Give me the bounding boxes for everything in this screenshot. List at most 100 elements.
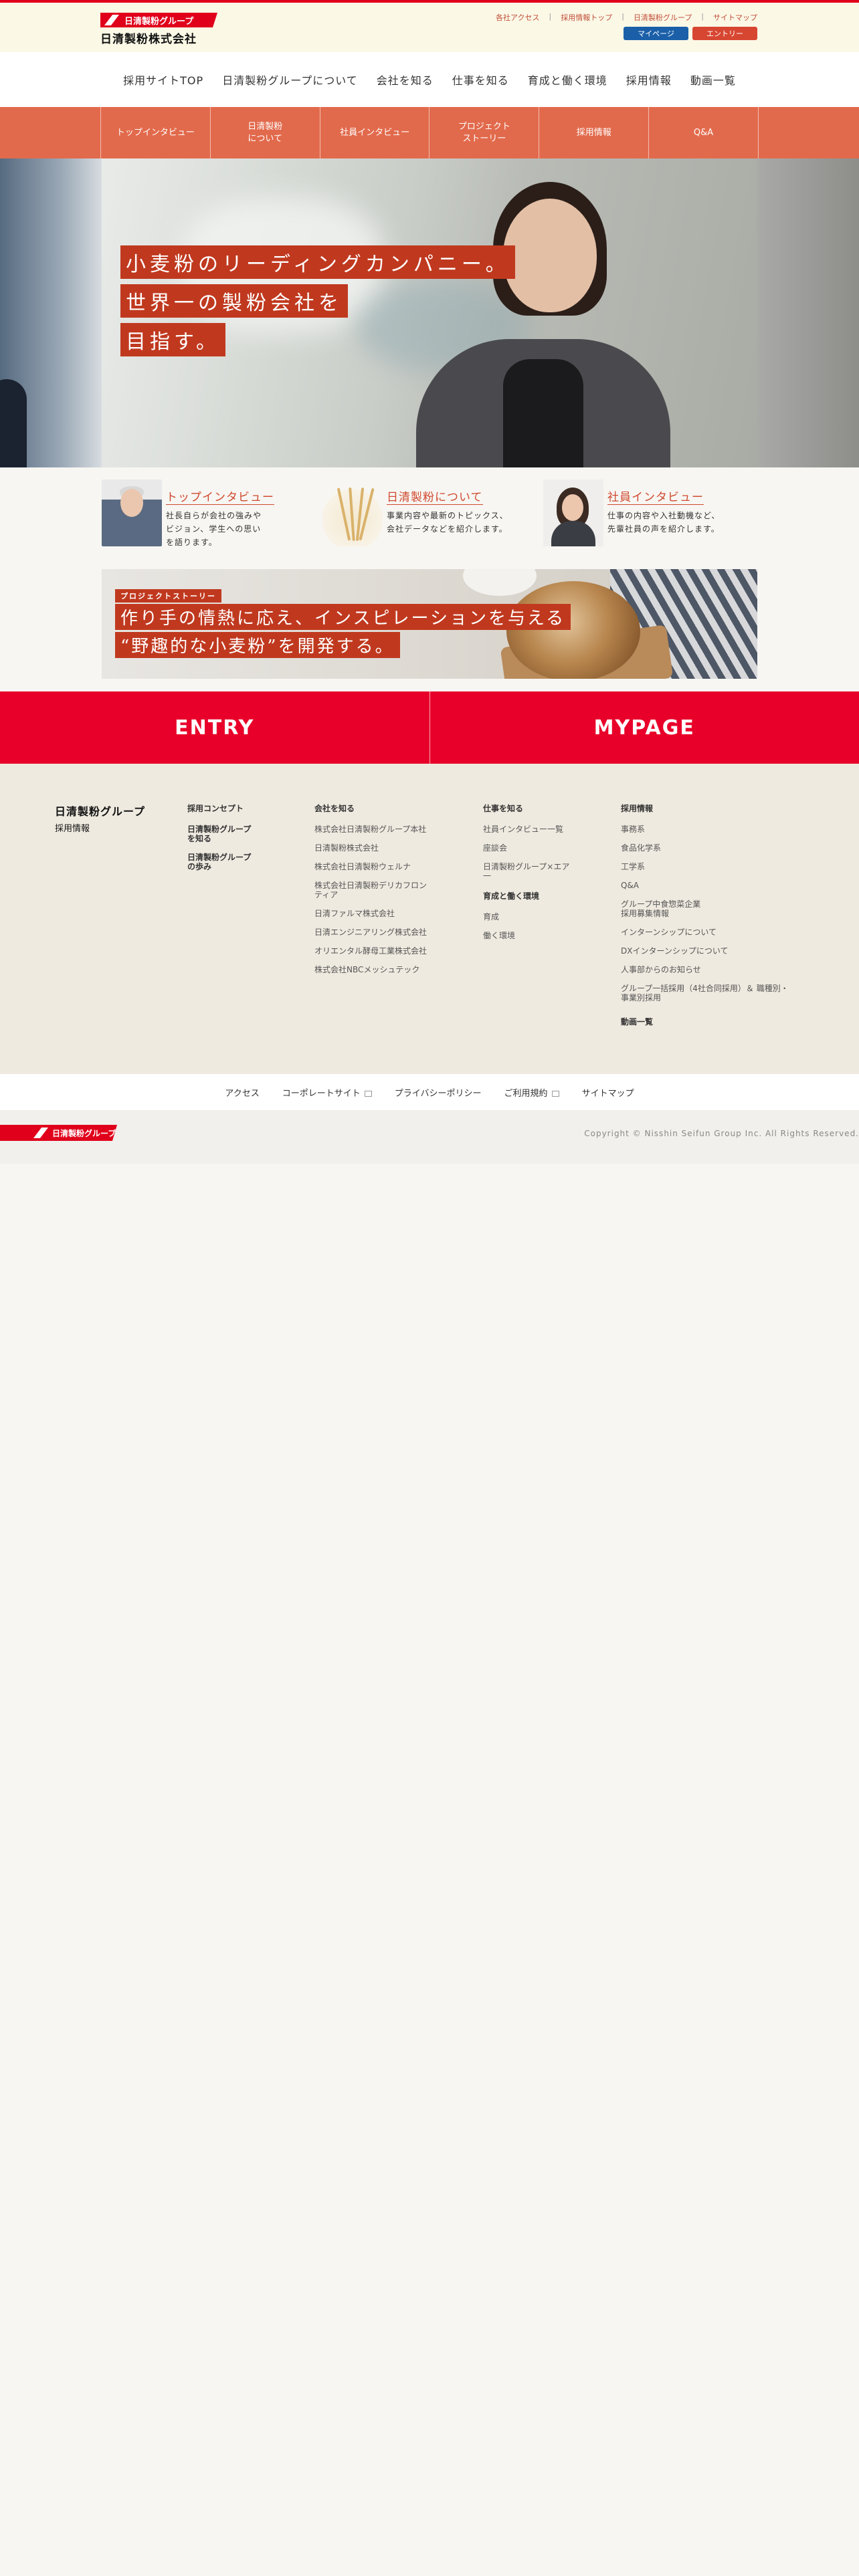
gnav-work[interactable]: 仕事を知る xyxy=(443,72,518,88)
footer-brand-mark[interactable]: 日清製粉グループ xyxy=(0,1125,117,1141)
hero-line: 世界一の製粉会社を xyxy=(120,284,348,318)
hero-copy: 小麦粉のリーディングカンパニー。 世界一の製粉会社を 目指す。 xyxy=(120,245,515,362)
hero-line: 小麦粉のリーディングカンパニー。 xyxy=(120,245,515,279)
footer-link[interactable]: 日清製粉グループ の歩み xyxy=(187,853,274,871)
card-about[interactable]: 日清製粉について 事業内容や最新のトピックス、 会社データなどを紹介します。 xyxy=(322,479,530,552)
footer-link[interactable]: DXインターンシップについて xyxy=(621,946,808,956)
footer-link[interactable]: インターンシップについて xyxy=(621,928,808,937)
sub-nav: トップインタビュー 日清製粉 について 社員インタビュー プロジェクト ストーリ… xyxy=(0,107,859,158)
footer-link[interactable]: グループ中食惣菜企業 採用募集情報 xyxy=(621,899,808,918)
global-nav: 採用サイトTOP 日清製粉グループについて 会社を知る 仕事を知る 育成と働く環… xyxy=(0,52,859,107)
subnav-about[interactable]: 日清製粉 について xyxy=(211,107,320,158)
utility-links: 各社アクセス | 採用情報トップ | 日清製粉グループ | サイトマップ xyxy=(496,12,757,23)
util-link-sitemap[interactable]: サイトマップ xyxy=(713,12,757,23)
footer-link[interactable]: 働く環境 xyxy=(483,931,577,940)
hero-prev-slide[interactable] xyxy=(0,158,102,467)
footer-link[interactable]: グループ一括採用（4社合同採用）＆ 職種別・ 事業別採用 xyxy=(621,984,808,1002)
gnav-top[interactable]: 採用サイトTOP xyxy=(114,72,213,88)
gnav-training[interactable]: 育成と働く環境 xyxy=(518,72,617,88)
footer-heading[interactable]: 仕事を知る xyxy=(483,802,577,814)
external-link-icon xyxy=(551,1090,559,1097)
util-link-recruit-top[interactable]: 採用情報トップ xyxy=(561,12,612,23)
divider: | xyxy=(549,12,552,21)
mypage-button[interactable]: マイページ xyxy=(624,27,688,40)
footer-link[interactable]: 日清ファルマ株式会社 xyxy=(314,909,432,918)
project-story-banner[interactable]: プロジェクトストーリー 作り手の情熱に応え、インスピレーションを与える “野趣的… xyxy=(102,569,757,679)
feature-cards: トップインタビュー 社長自らが会社の強みや ビジョン、学生への思い を語ります。… xyxy=(102,479,757,552)
footer-link[interactable]: 育成 xyxy=(483,912,577,922)
subnav-project-story[interactable]: プロジェクト ストーリー xyxy=(430,107,540,158)
footer-logo[interactable]: 日清製粉グループ 採用情報 xyxy=(55,802,145,834)
gnav-recruit[interactable]: 採用情報 xyxy=(617,72,681,88)
card-desc: 事業内容や最新のトピックス、 会社データなどを紹介します。 xyxy=(387,511,508,534)
card-desc: 社長自らが会社の強みや ビジョン、学生への思い を語ります。 xyxy=(166,511,262,547)
gnav-videos[interactable]: 動画一覧 xyxy=(681,72,745,88)
footer-bar-link[interactable]: サイトマップ xyxy=(582,1086,634,1099)
divider: | xyxy=(622,12,624,21)
card-title: トップインタビュー xyxy=(166,488,274,505)
footer-link[interactable]: 株式会社日清製粉ウェルナ xyxy=(314,862,432,871)
footer-heading[interactable]: 動画一覧 xyxy=(621,1016,808,1027)
card-desc: 仕事の内容や入社動機など、 先輩社員の声を紹介します。 xyxy=(607,511,721,534)
util-link-group[interactable]: 日清製粉グループ xyxy=(634,12,692,23)
footer-link[interactable]: 日清製粉グループ を知る xyxy=(187,825,274,843)
footer-link[interactable]: 事務系 xyxy=(621,825,808,834)
footer-bar-link-wrap[interactable]: コーポレートサイト xyxy=(282,1086,372,1099)
entry-cta-button[interactable]: ENTRY xyxy=(0,691,430,764)
footer-logo-sub: 採用情報 xyxy=(55,824,90,834)
subnav-staff-interview[interactable]: 社員インタビュー xyxy=(320,107,430,158)
external-link-icon xyxy=(364,1090,372,1097)
brand-mark: 日清製粉グループ xyxy=(100,13,217,27)
footer-link[interactable]: 社員インタビュー一覧 xyxy=(483,825,577,834)
footer-brand-mark-text: 日清製粉グループ xyxy=(52,1128,116,1138)
footer-link[interactable]: 座談会 xyxy=(483,843,577,853)
top-bar: 日清製粉グループ 日清製粉株式会社 各社アクセス | 採用情報トップ | 日清製… xyxy=(0,0,859,52)
footer-link[interactable]: 日清エンジニアリング株式会社 xyxy=(314,928,432,937)
footer-bar-link[interactable]: コーポレートサイト xyxy=(282,1089,361,1099)
company-logo[interactable]: 日清製粉グループ 日清製粉株式会社 xyxy=(100,13,217,46)
footer-link[interactable]: 工学系 xyxy=(621,862,808,871)
footer-bar-link-wrap[interactable]: ご利用規約 xyxy=(504,1086,559,1099)
subnav-top-interview[interactable]: トップインタビュー xyxy=(101,107,211,158)
footer-link[interactable]: 日清製粉株式会社 xyxy=(314,843,432,853)
card-title: 日清製粉について xyxy=(387,488,483,505)
hero-carousel[interactable]: 小麦粉のリーディングカンパニー。 世界一の製粉会社を 目指す。 xyxy=(0,158,859,467)
footer-link[interactable]: 人事部からのお知らせ xyxy=(621,965,808,974)
footer-link[interactable]: 採用コンセプト xyxy=(187,802,274,814)
subnav-recruit[interactable]: 採用情報 xyxy=(539,107,650,158)
gnav-about-group[interactable]: 日清製粉グループについて xyxy=(213,72,367,88)
project-headline: 作り手の情熱に応え、インスピレーションを与える xyxy=(115,604,571,630)
footer-link[interactable]: Q&A xyxy=(621,881,808,890)
footer-link[interactable]: 株式会社日清製粉デリカフロンティア xyxy=(314,881,432,899)
footer-col-concept: 採用コンセプト 日清製粉グループ を知る 日清製粉グループ の歩み xyxy=(187,802,274,881)
project-tag: プロジェクトストーリー xyxy=(115,589,221,603)
footer-heading[interactable]: 育成と働く環境 xyxy=(483,890,577,901)
util-link-access[interactable]: 各社アクセス xyxy=(496,12,539,23)
footer-link[interactable]: 株式会社日清製粉グループ本社 xyxy=(314,825,432,834)
footer-link[interactable]: 食品化学系 xyxy=(621,843,808,853)
copyright-row: 日清製粉グループ Copyright © Nisshin Seifun Grou… xyxy=(0,1110,859,1164)
subnav-qa[interactable]: Q&A xyxy=(649,107,759,158)
footer-link[interactable]: オリエンタル酵母工業株式会社 xyxy=(314,946,432,956)
footer-bar-link[interactable]: プライバシーポリシー xyxy=(395,1086,482,1099)
footer-bar: アクセス コーポレートサイト プライバシーポリシー ご利用規約 サイトマップ xyxy=(0,1074,859,1110)
mypage-cta-button[interactable]: MYPAGE xyxy=(429,691,859,764)
card-title: 社員インタビュー xyxy=(607,488,704,505)
footer-col-work: 仕事を知る 社員インタビュー一覧 座談会 日清製粉グループ×エア一 育成と働く環… xyxy=(483,802,577,950)
staff-photo xyxy=(543,479,603,546)
footer-heading[interactable]: 採用情報 xyxy=(621,802,808,814)
footer-link[interactable]: 株式会社NBCメッシュテック xyxy=(314,965,432,974)
brand-mark-text: 日清製粉グループ xyxy=(124,16,194,27)
card-top-interview[interactable]: トップインタビュー 社長自らが会社の強みや ビジョン、学生への思い を語ります。 xyxy=(102,479,309,552)
wheat-image xyxy=(322,479,383,546)
footer-bar-link[interactable]: ご利用規約 xyxy=(504,1089,548,1099)
hero-next-slide[interactable] xyxy=(757,158,859,467)
footer-bar-link[interactable]: アクセス xyxy=(225,1086,259,1099)
president-photo xyxy=(102,479,162,546)
card-staff-interview[interactable]: 社員インタビュー 仕事の内容や入社動機など、 先輩社員の声を紹介します。 xyxy=(543,479,751,552)
gnav-company[interactable]: 会社を知る xyxy=(367,72,443,88)
copyright-text: Copyright © Nisshin Seifun Group Inc. Al… xyxy=(584,1129,859,1138)
entry-button[interactable]: エントリー xyxy=(692,27,757,40)
footer-link[interactable]: 日清製粉グループ×エア一 xyxy=(483,862,577,881)
footer-heading[interactable]: 会社を知る xyxy=(314,802,432,814)
